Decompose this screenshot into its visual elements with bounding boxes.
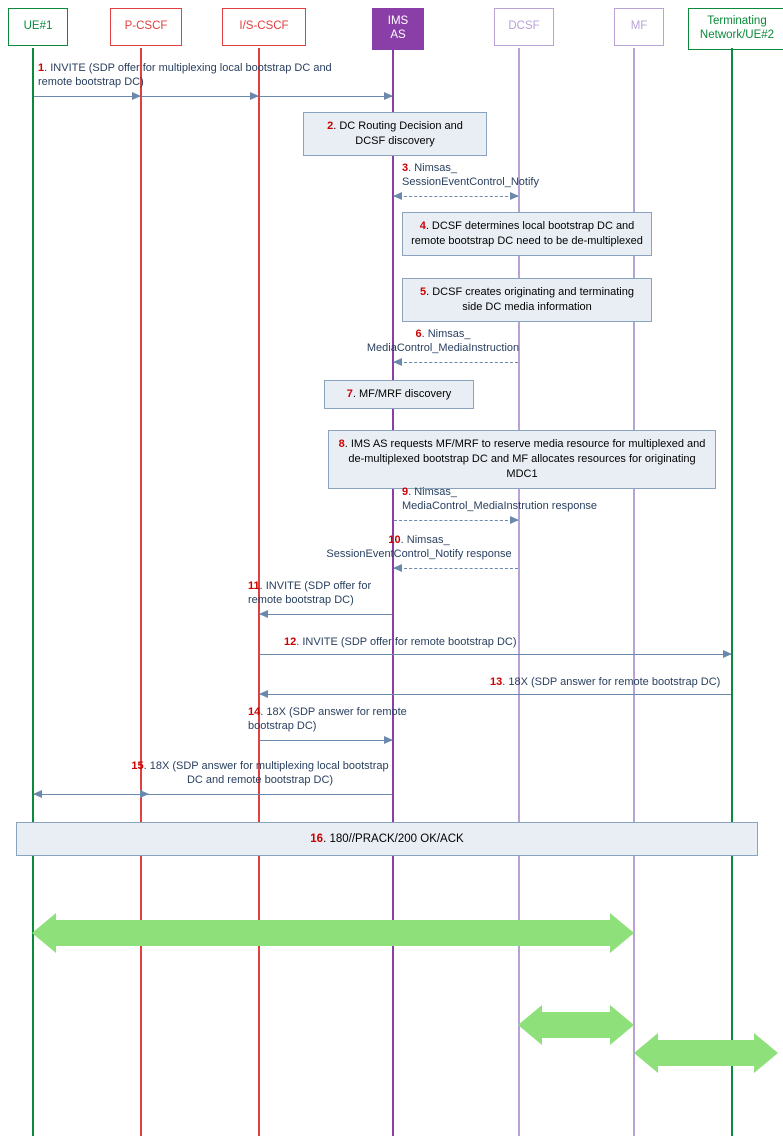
note-step4: 4. DCSF determines local bootstrap DC an… <box>402 212 652 256</box>
label-step6: 6. Nimsas_ MediaControl_MediaInstruction <box>348 328 538 356</box>
arrow-s9 <box>394 520 518 521</box>
lifeline-terminating <box>731 48 733 1136</box>
arrow-s13 <box>260 694 731 695</box>
label-step15: 15. 18X (SDP answer for multiplexing loc… <box>125 760 395 788</box>
participant-terminating: Terminating Network/UE#2 <box>688 8 783 50</box>
sequence-diagram: UE#1 P-CSCF I/S-CSCF IMS AS DCSF MF Term… <box>0 0 783 1136</box>
arrow-s1a <box>34 96 140 97</box>
arrow-s15b <box>34 794 140 795</box>
participant-mf: MF <box>614 8 664 46</box>
participant-ue1: UE#1 <box>8 8 68 46</box>
label-step1: 1. INVITE (SDP offer for multiplexing lo… <box>38 62 368 90</box>
label-step3: 3. Nimsas_ SessionEventControl_Notify <box>402 162 572 190</box>
arrow-s6 <box>394 362 518 363</box>
arrow-s1c <box>260 96 392 97</box>
arrow-s1b <box>142 96 258 97</box>
label-step14: 14. 18X (SDP answer for remote bootstrap… <box>248 706 408 734</box>
lifeline-pcscf <box>140 48 142 1136</box>
arrow-s14 <box>260 740 392 741</box>
participant-pcscf: P-CSCF <box>110 8 182 46</box>
note-step16: 16. 180//PRACK/200 OK/ACK <box>16 822 758 856</box>
arrow-s10 <box>394 568 518 569</box>
lifeline-ue1 <box>32 48 34 1136</box>
arrow-s11 <box>260 614 392 615</box>
label-step13: 13. 18X (SDP answer for remote bootstrap… <box>490 676 750 690</box>
note-step8: 8. IMS AS requests MF/MRF to reserve med… <box>328 430 716 489</box>
label-step11: 11. INVITE (SDP offer for remote bootstr… <box>248 580 398 608</box>
arrow-s12 <box>260 654 731 655</box>
participant-imsas: IMS AS <box>372 8 424 50</box>
arrow-s3 <box>394 196 518 197</box>
note-step2: 2. DC Routing Decision and DCSF discover… <box>303 112 487 156</box>
media-path-3 <box>658 1040 754 1066</box>
label-step10: 10. Nimsas_ SessionEventControl_Notify r… <box>304 534 534 562</box>
media-path-1 <box>56 920 610 946</box>
label-step9: 9. Nimsas_ MediaControl_MediaInstrution … <box>402 486 642 514</box>
participant-dcsf: DCSF <box>494 8 554 46</box>
label-step12: 12. INVITE (SDP offer for remote bootstr… <box>284 636 584 650</box>
media-path-2 <box>542 1012 610 1038</box>
note-step7: 7. MF/MRF discovery <box>324 380 474 409</box>
note-step5: 5. DCSF creates originating and terminat… <box>402 278 652 322</box>
participant-iscscf: I/S-CSCF <box>222 8 306 46</box>
